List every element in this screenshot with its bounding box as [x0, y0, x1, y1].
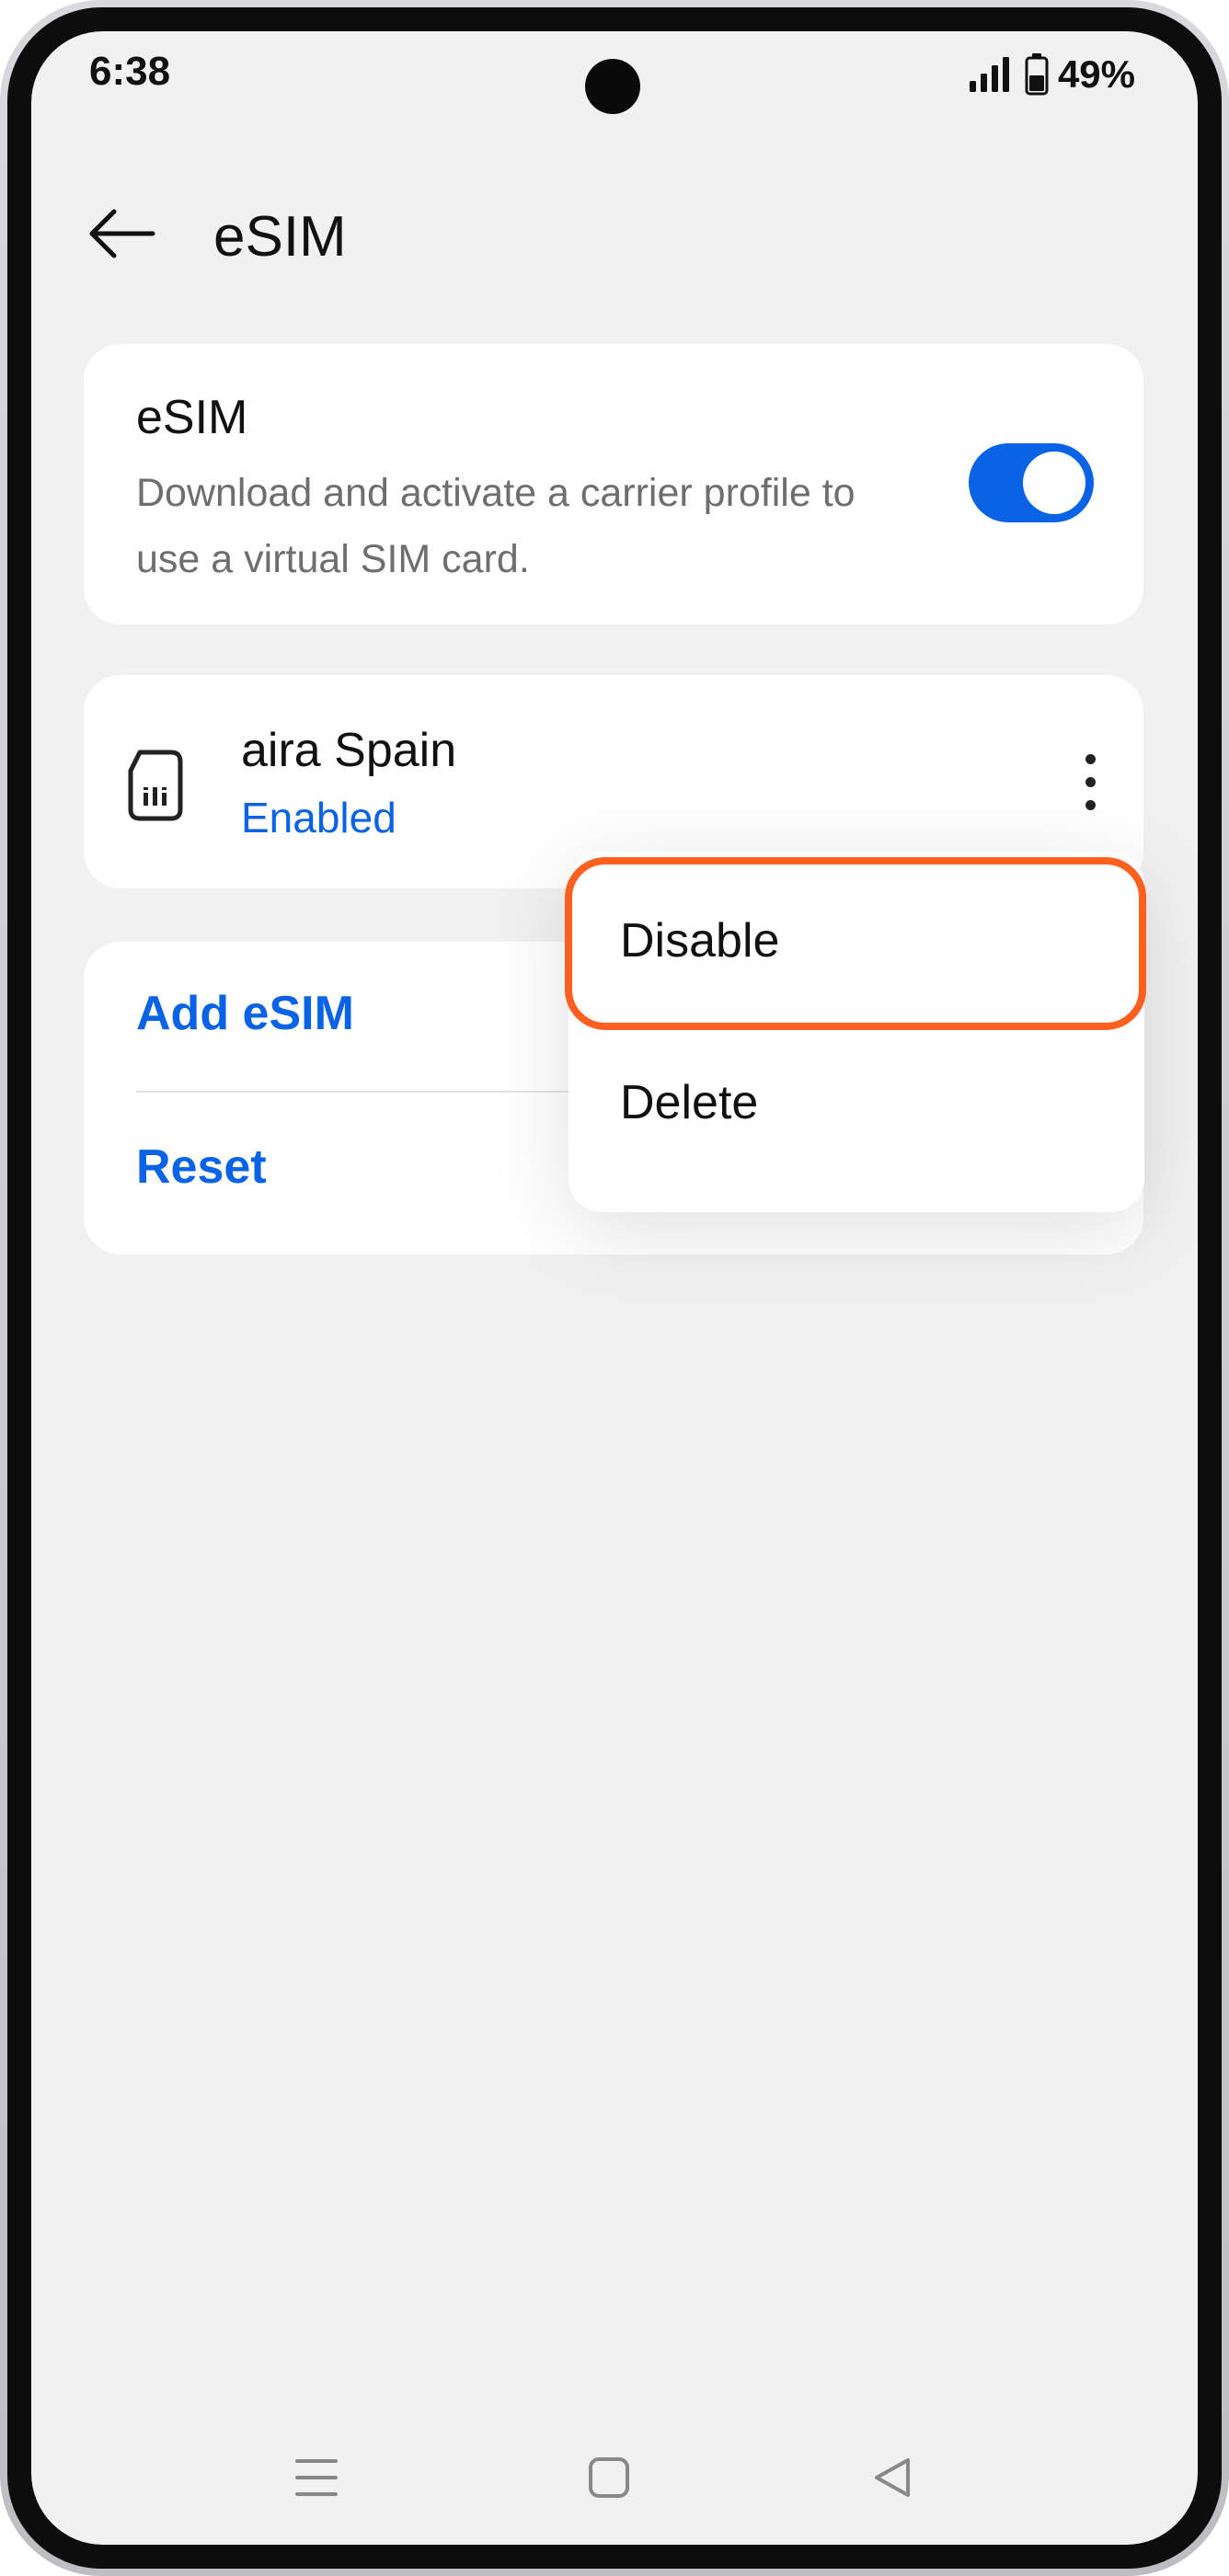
page-title: eSIM [213, 205, 347, 269]
reset-button[interactable]: Reset [136, 1139, 267, 1195]
back-icon[interactable] [856, 2441, 929, 2514]
battery-percentage: 49% [1057, 52, 1135, 96]
toggle-knob [1023, 452, 1085, 514]
battery-icon [1025, 53, 1049, 96]
esim-toggle-switch[interactable] [969, 443, 1094, 522]
more-vertical-icon[interactable] [1062, 745, 1118, 819]
esim-toggle-title: eSIM [136, 391, 248, 444]
profile-status: Enabled [241, 794, 396, 841]
menu-item-disable[interactable]: Disable [569, 863, 1144, 1019]
camera-cutout [585, 59, 640, 114]
esim-toggle-description: Download and activate a carrier profile … [136, 471, 856, 581]
menu-item-delete[interactable]: Delete [569, 1025, 1144, 1181]
status-time: 6:38 [89, 49, 171, 94]
profile-options-menu: Disable Delete [565, 852, 1146, 1212]
add-esim-button[interactable]: Add eSIM [136, 986, 354, 1041]
screen: 6:38 49% eSIM eSIM Download and activate… [31, 31, 1198, 2545]
esim-toggle-card[interactable]: eSIM Download and activate a carrier pro… [84, 344, 1143, 624]
recents-icon[interactable] [280, 2441, 353, 2514]
profile-name: aira Spain [241, 724, 457, 777]
home-icon[interactable] [572, 2441, 646, 2514]
phone-bezel: 6:38 49% eSIM eSIM Download and activate… [7, 7, 1222, 2569]
signal-icon [969, 57, 1009, 92]
phone-frame: 6:38 49% eSIM eSIM Download and activate… [0, 0, 1229, 2576]
sim-card-icon [111, 741, 200, 830]
navigation-bar [31, 2441, 1198, 2514]
status-right: 49% [968, 52, 1135, 97]
back-arrow-icon[interactable] [75, 188, 167, 280]
